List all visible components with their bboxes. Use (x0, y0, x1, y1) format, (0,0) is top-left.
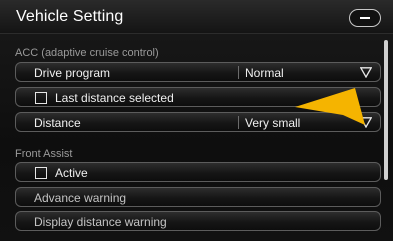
last-distance-label: Last distance selected (55, 91, 174, 105)
drive-program-value: Normal (245, 66, 284, 80)
scrollbar-thumb[interactable] (384, 40, 388, 180)
drive-program-row[interactable]: Drive program Normal (15, 62, 381, 82)
row-divider (238, 66, 239, 79)
distance-value: Very small (245, 116, 301, 130)
minimize-button[interactable] (349, 9, 381, 27)
advance-warning-label: Advance warning (34, 191, 127, 205)
vehicle-setting-screen: Vehicle Setting ACC (adaptive cruise con… (0, 0, 393, 241)
section-label-front-assist: Front Assist (15, 148, 73, 160)
header-bar: Vehicle Setting (0, 0, 393, 34)
distance-label: Distance (34, 116, 81, 130)
active-row[interactable]: Active (15, 162, 381, 182)
display-distance-warning-row[interactable]: Display distance warning (15, 211, 381, 231)
advance-warning-row[interactable]: Advance warning (15, 187, 381, 207)
section-label-acc: ACC (adaptive cruise control) (15, 47, 159, 59)
active-label: Active (55, 166, 88, 180)
row-divider (238, 116, 239, 129)
last-distance-checkbox[interactable] (35, 92, 47, 104)
chevron-down-icon (360, 67, 372, 78)
active-checkbox[interactable] (35, 167, 47, 179)
page-title: Vehicle Setting (16, 8, 124, 25)
drive-program-label: Drive program (34, 66, 111, 80)
minus-icon (360, 17, 370, 19)
display-distance-warning-label: Display distance warning (34, 215, 167, 229)
pointer-arrow-icon (295, 88, 365, 125)
